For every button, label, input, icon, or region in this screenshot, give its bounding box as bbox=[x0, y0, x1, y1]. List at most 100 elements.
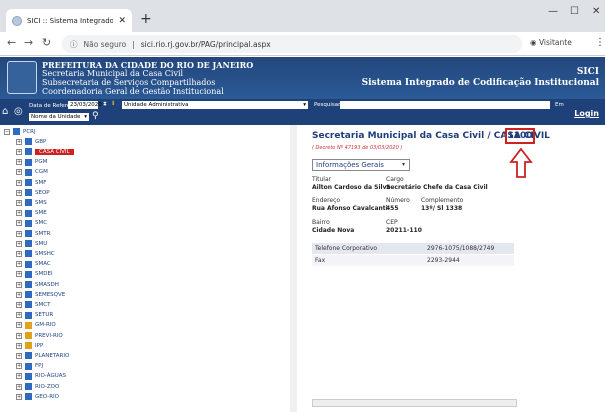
tree-item[interactable]: + PGM bbox=[16, 158, 47, 166]
expand-icon[interactable]: + bbox=[16, 250, 22, 257]
tree-item[interactable]: + SEOP bbox=[16, 189, 50, 197]
fax-value: 2293-2944 bbox=[427, 257, 460, 264]
close-window-icon[interactable]: ✕ bbox=[592, 6, 600, 17]
tree-item[interactable]: + CASA CIVIL bbox=[16, 148, 74, 156]
tree-scrollbar[interactable] bbox=[290, 125, 297, 412]
minimize-icon[interactable]: — bbox=[548, 6, 558, 17]
tree-item[interactable]: + GM-RIO bbox=[16, 321, 56, 329]
expand-icon[interactable]: + bbox=[16, 363, 22, 370]
tree-item[interactable]: + SMC bbox=[16, 219, 47, 227]
expand-icon[interactable]: + bbox=[16, 230, 22, 237]
tree-item-label: CASA CIVIL bbox=[35, 148, 74, 155]
tree-item-label: GEO-RIO bbox=[35, 393, 59, 400]
profile-label: Visitante bbox=[538, 38, 572, 47]
home-icon[interactable]: ⌂ bbox=[2, 106, 8, 117]
expand-icon[interactable]: + bbox=[16, 148, 22, 155]
tree-item[interactable]: + FPJ bbox=[16, 362, 43, 370]
unit-name-select[interactable]: Nome da Unidade ▾ bbox=[29, 113, 89, 121]
url-input[interactable]: ⓘ Não seguro | sici.rio.rj.gov.br/PAG/pr… bbox=[62, 35, 522, 53]
expand-icon[interactable]: + bbox=[16, 220, 22, 227]
search-icon[interactable]: ⚲ bbox=[92, 111, 99, 121]
unit-icon bbox=[25, 179, 32, 186]
tree-item[interactable]: + SMCT bbox=[16, 301, 50, 309]
tree-item[interactable]: + SETUR bbox=[16, 311, 53, 319]
expand-icon[interactable]: + bbox=[16, 271, 22, 278]
expand-icon[interactable]: + bbox=[16, 312, 22, 319]
unit-icon bbox=[25, 230, 32, 237]
unit-icon bbox=[25, 301, 32, 309]
tree-item[interactable]: + PLANETARIO bbox=[16, 352, 69, 360]
fax-row: Fax 2293-2944 bbox=[312, 255, 514, 266]
ref-date-input[interactable]: 23/03/2020 bbox=[68, 101, 102, 109]
tree-item[interactable]: + SMF bbox=[16, 179, 46, 186]
expand-icon[interactable]: + bbox=[16, 352, 22, 359]
info-select-value: Informações Gerais bbox=[316, 161, 384, 169]
expand-icon[interactable]: + bbox=[16, 291, 22, 298]
tree-item[interactable]: + SMSHC bbox=[16, 250, 55, 258]
new-tab-icon[interactable]: + bbox=[140, 11, 152, 27]
login-link[interactable]: Login bbox=[574, 109, 599, 118]
expand-icon[interactable]: + bbox=[16, 240, 22, 247]
tree-item-label: CGM bbox=[35, 169, 48, 176]
collapse-icon[interactable]: − bbox=[4, 128, 10, 135]
tree-item[interactable]: + GEO-RIO bbox=[16, 393, 59, 401]
back-icon[interactable]: ← bbox=[7, 36, 16, 49]
maximize-icon[interactable]: ☐ bbox=[570, 6, 579, 17]
expand-icon[interactable]: + bbox=[16, 383, 22, 390]
expand-icon[interactable]: + bbox=[16, 210, 22, 217]
cep-label: CEP bbox=[386, 219, 398, 226]
tree-item[interactable]: + SMTR bbox=[16, 230, 50, 237]
tree-item[interactable]: + SMU bbox=[16, 240, 48, 248]
expand-icon[interactable]: + bbox=[16, 138, 22, 145]
reload-icon[interactable]: ↻ bbox=[42, 36, 51, 49]
unit-type-value: Unidade Administrativa bbox=[124, 102, 189, 108]
expand-icon[interactable]: + bbox=[16, 342, 22, 349]
profile-button[interactable]: ◉ Visitante bbox=[530, 38, 572, 47]
expand-icon[interactable]: + bbox=[16, 159, 22, 166]
tree-item[interactable]: + SMAC bbox=[16, 260, 51, 268]
expand-icon[interactable]: + bbox=[16, 199, 22, 206]
tree-item-label: SMASDH bbox=[35, 281, 59, 288]
bars-icon[interactable]: ⦀ bbox=[112, 101, 114, 108]
forward-icon[interactable]: → bbox=[24, 36, 33, 49]
tree-item-label: SMU bbox=[35, 240, 48, 247]
tree-item[interactable]: + SMDEI bbox=[16, 270, 53, 278]
url-text: sici.rio.rj.gov.br/PAG/principal.aspx bbox=[140, 39, 271, 49]
expand-icon[interactable]: + bbox=[16, 179, 22, 186]
search-input[interactable] bbox=[340, 101, 550, 109]
tree-item[interactable]: + SMASDH bbox=[16, 281, 59, 288]
tree-item[interactable]: + PREVI-RIO bbox=[16, 332, 63, 339]
tree-item[interactable]: + SEMESQVE bbox=[16, 291, 65, 299]
tree-item[interactable]: − PCRJ bbox=[4, 128, 36, 135]
expand-icon[interactable]: + bbox=[16, 169, 22, 176]
close-tab-icon[interactable]: ✕ bbox=[118, 16, 126, 26]
expand-icon[interactable]: + bbox=[16, 189, 22, 196]
tree-item[interactable]: + RIO-ÁGUAS bbox=[16, 372, 66, 380]
tree-item[interactable]: + GBP bbox=[16, 138, 46, 146]
tree-item[interactable]: + SME bbox=[16, 209, 47, 217]
expand-icon[interactable]: + bbox=[16, 301, 22, 308]
tree-item[interactable]: + CGM bbox=[16, 168, 48, 176]
info-select[interactable]: Informações Gerais ▾ bbox=[312, 159, 410, 171]
browser-tab[interactable]: SICI :: Sistema Integrado de Codi ✕ bbox=[6, 9, 132, 32]
tree-item[interactable]: + RIO-ZOO bbox=[16, 383, 59, 390]
unit-type-select[interactable]: Unidade Administrativa ▾ bbox=[122, 101, 308, 109]
globe-icon[interactable]: ◎ bbox=[14, 106, 23, 117]
info-icon[interactable]: ⓘ bbox=[70, 39, 78, 50]
hourglass-icon[interactable]: ⧗ bbox=[103, 101, 107, 108]
expand-icon[interactable]: + bbox=[16, 373, 22, 380]
expand-icon[interactable]: + bbox=[16, 261, 22, 268]
expand-icon[interactable]: + bbox=[16, 322, 22, 329]
expand-icon[interactable]: + bbox=[16, 393, 22, 400]
unit-icon bbox=[25, 158, 32, 166]
tree-item[interactable]: + IPP bbox=[16, 342, 43, 350]
expand-icon[interactable]: + bbox=[16, 332, 22, 339]
cargo-label: Cargo bbox=[386, 176, 404, 183]
expand-icon[interactable]: + bbox=[16, 281, 22, 288]
menu-icon[interactable]: ⋮ bbox=[595, 37, 605, 48]
detail-scrollbar[interactable] bbox=[312, 399, 517, 407]
banner-line3: Subsecretaria de Serviços Compartilhados bbox=[42, 78, 216, 87]
decree-text: ( Decreto Nº 47193 de 03/03/2020 ) bbox=[312, 145, 403, 151]
tree-item[interactable]: + SMS bbox=[16, 199, 47, 207]
unit-icon bbox=[25, 199, 32, 207]
